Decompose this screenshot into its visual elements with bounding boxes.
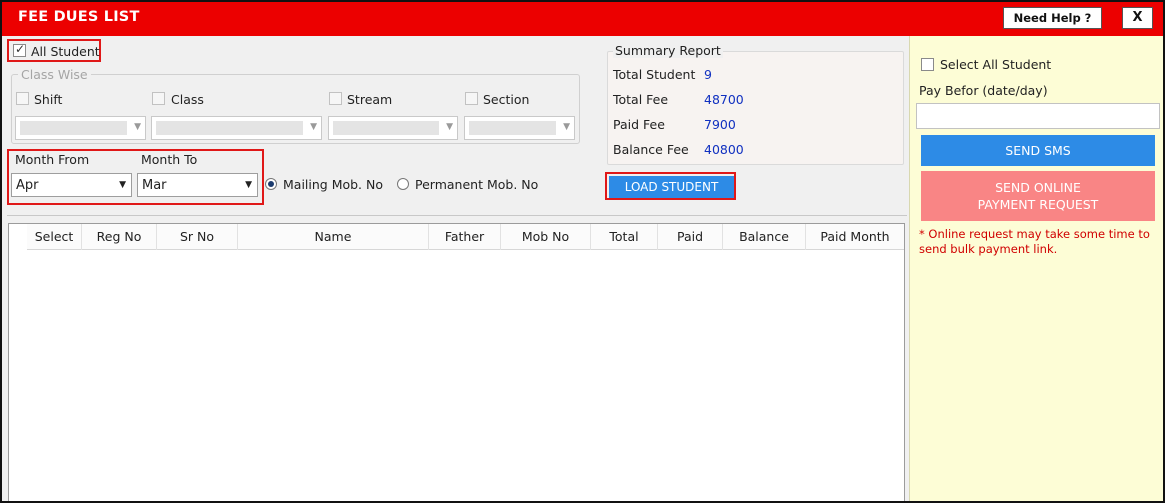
fee-dues-table[interactable]: Select Reg No Sr No Name Father Mob No T… [8,223,905,501]
pay-before-label: Pay Befor (date/day) [919,83,1048,98]
column-header-name[interactable]: Name [238,224,429,250]
window-title: FEE DUES LIST [18,9,140,25]
column-header-reg-no[interactable]: Reg No [82,224,157,250]
month-from-select[interactable]: Apr ▼ [11,173,132,197]
month-to-value: Mar [142,178,167,193]
shift-select[interactable]: ▼ [15,116,146,140]
chevron-down-icon: ▼ [310,122,317,132]
chevron-down-icon: ▼ [446,122,453,132]
permanent-mob-radio[interactable] [397,178,409,190]
table-header: Select Reg No Sr No Name Father Mob No T… [27,224,904,250]
online-request-note: * Online request may take some time to s… [919,227,1150,256]
column-header-paid[interactable]: Paid [658,224,723,250]
section-checkbox[interactable] [465,92,478,105]
column-header-select[interactable]: Select [27,224,82,250]
summary-value-balance-fee: 40800 [704,142,744,157]
column-header-paid-month[interactable]: Paid Month [806,224,904,250]
month-from-label: Month From [15,152,90,167]
need-help-button[interactable]: Need Help ? [1003,7,1102,29]
summary-value-paid-fee: 7900 [704,117,736,132]
mailing-mob-radio[interactable] [265,178,277,190]
chevron-down-icon: ▼ [245,180,252,190]
column-header-mob-no[interactable]: Mob No [501,224,591,250]
month-from-value: Apr [16,178,39,193]
summary-value-total-student: 9 [704,67,712,82]
check-icon: ✓ [15,42,26,56]
sms-side-panel: Select All Student Pay Befor (date/day) … [909,36,1163,501]
class-select[interactable]: ▼ [151,116,322,140]
load-student-button[interactable]: LOAD STUDENT [609,176,734,198]
chevron-down-icon: ▼ [134,122,141,132]
summary-report-title: Summary Report [613,43,723,58]
divider [7,215,907,216]
all-student-checkbox[interactable]: ✓ [13,42,26,57]
close-button[interactable]: X [1122,7,1153,29]
stream-label: Stream [347,92,393,107]
chevron-down-icon: ▼ [119,180,126,190]
chevron-down-icon: ▼ [563,122,570,132]
summary-label-balance-fee: Balance Fee [613,142,689,157]
title-bar: FEE DUES LIST Need Help ? X [2,2,1163,36]
column-header-father[interactable]: Father [429,224,501,250]
summary-label-paid-fee: Paid Fee [613,117,665,132]
stream-select[interactable]: ▼ [328,116,458,140]
shift-checkbox[interactable] [16,92,29,105]
month-to-select[interactable]: Mar ▼ [137,173,258,197]
send-online-line1: SEND ONLINE [995,180,1081,195]
select-all-student-checkbox[interactable] [921,58,934,71]
send-online-payment-request-button[interactable]: SEND ONLINE PAYMENT REQUEST [921,171,1155,221]
section-select[interactable]: ▼ [464,116,575,140]
fee-dues-window: FEE DUES LIST Need Help ? X ✓ All Studen… [0,0,1165,503]
send-sms-button[interactable]: SEND SMS [921,135,1155,166]
stream-checkbox[interactable] [329,92,342,105]
column-header-total[interactable]: Total [591,224,658,250]
summary-label-total-student: Total Student [613,67,696,82]
select-all-student-label: Select All Student [940,57,1052,72]
permanent-mob-label: Permanent Mob. No [415,177,539,192]
pay-before-input[interactable] [916,103,1160,129]
shift-label: Shift [34,92,63,107]
summary-value-total-fee: 48700 [704,92,744,107]
class-wise-legend: Class Wise [18,67,91,82]
class-label: Class [171,92,204,107]
send-online-line2: PAYMENT REQUEST [977,197,1099,212]
summary-label-total-fee: Total Fee [613,92,669,107]
month-to-label: Month To [141,152,198,167]
column-header-sr-no[interactable]: Sr No [157,224,238,250]
mailing-mob-label: Mailing Mob. No [283,177,384,192]
class-checkbox[interactable] [152,92,165,105]
section-label: Section [483,92,530,107]
column-header-balance[interactable]: Balance [723,224,806,250]
all-student-label: All Student [31,44,100,59]
